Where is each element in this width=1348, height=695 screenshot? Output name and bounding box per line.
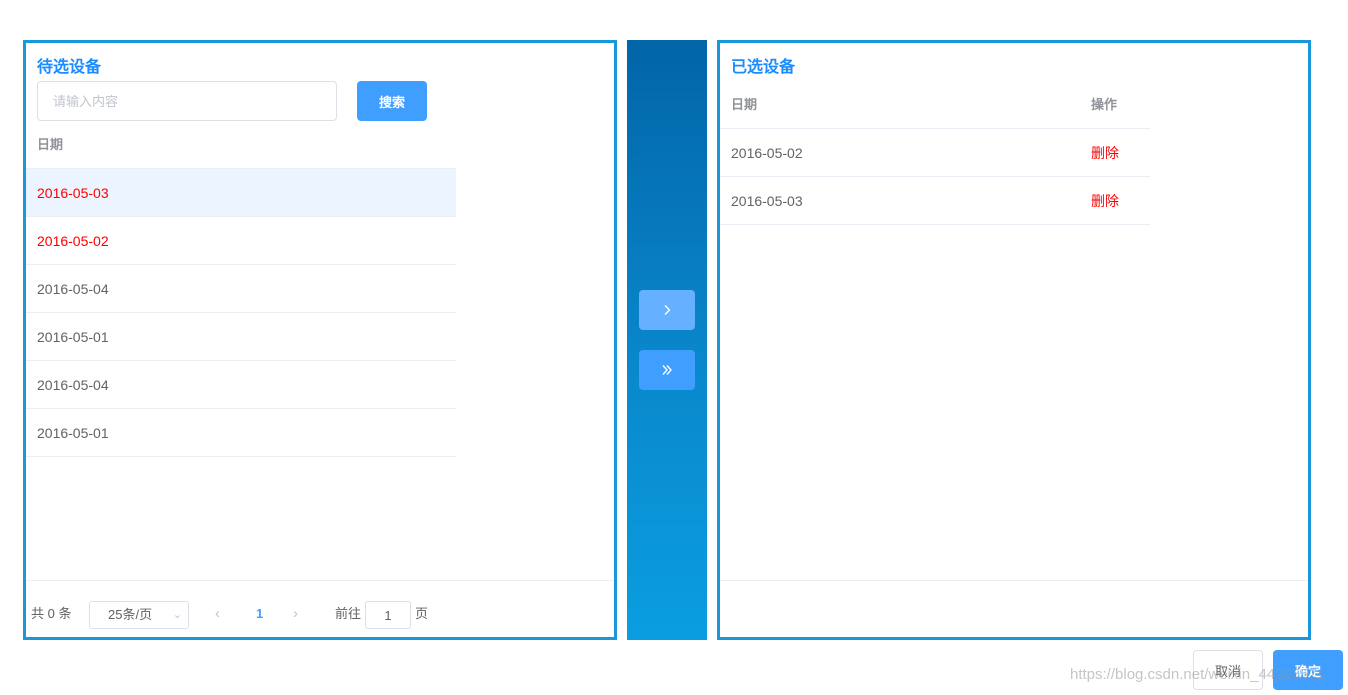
goto-unit-label: 页: [415, 606, 429, 621]
row-date: 2016-05-02: [731, 145, 803, 161]
next-page-button[interactable]: ›: [293, 599, 298, 629]
search-button[interactable]: 搜索: [357, 81, 427, 121]
page-size-value: 25条/页: [108, 607, 153, 622]
row-date: 2016-05-01: [37, 329, 109, 345]
column-header-action: 操作: [1091, 97, 1118, 112]
row-date: 2016-05-04: [37, 377, 109, 393]
table-row[interactable]: 2016-05-02: [26, 217, 456, 265]
panel-footer-divider: [26, 580, 614, 581]
page-number-current[interactable]: 1: [256, 599, 263, 629]
goto-label: 前往: [335, 606, 362, 621]
chevron-right-icon: [664, 305, 671, 315]
selected-devices-table: 日期 操作 2016-05-02 删除 2016-05-03 删除: [720, 81, 1150, 225]
panel-title: 已选设备: [731, 59, 796, 76]
pagination: 共 0 条 25条/页 ⌄ ‹ 1 › 前往 页: [31, 599, 451, 629]
table-row[interactable]: 2016-05-01: [26, 409, 456, 457]
column-header-date: 日期: [37, 137, 64, 152]
delete-button[interactable]: 删除: [1091, 177, 1119, 225]
row-date: 2016-05-03: [37, 185, 109, 201]
table-header: 日期: [26, 121, 456, 169]
delete-button[interactable]: 删除: [1091, 129, 1119, 177]
transfer-bar: [627, 40, 707, 640]
table-row[interactable]: 2016-05-03: [26, 169, 456, 217]
table-row[interactable]: 2016-05-04: [26, 265, 456, 313]
move-all-button[interactable]: [639, 350, 695, 390]
table-header: 日期 操作: [720, 81, 1150, 129]
panel-footer-divider: [720, 580, 1308, 581]
search-input[interactable]: [37, 81, 337, 121]
table-row: 2016-05-02 删除: [720, 129, 1150, 177]
chevron-down-icon: ⌄: [172, 609, 182, 621]
row-date: 2016-05-02: [37, 233, 109, 249]
table-row[interactable]: 2016-05-01: [26, 313, 456, 361]
table-row[interactable]: 2016-05-04: [26, 361, 456, 409]
prev-page-button[interactable]: ‹: [215, 599, 220, 629]
row-date: 2016-05-04: [37, 281, 109, 297]
page-size-select[interactable]: 25条/页 ⌄: [89, 601, 189, 629]
cancel-button[interactable]: 取消: [1193, 650, 1263, 690]
confirm-button[interactable]: 确定: [1273, 650, 1343, 690]
panel-title: 待选设备: [37, 59, 102, 76]
column-header-date: 日期: [731, 97, 758, 112]
goto-page-input[interactable]: [365, 601, 411, 629]
selected-devices-panel: 已选设备 日期 操作 2016-05-02 删除 2016-05-03 删除: [717, 40, 1311, 640]
pagination-total: 共 0 条: [31, 606, 72, 621]
row-date: 2016-05-01: [37, 425, 109, 441]
available-devices-panel: 待选设备 搜索 日期 2016-05-03 2016-05-02 2016-05…: [23, 40, 617, 640]
move-selected-button[interactable]: [639, 290, 695, 330]
table-row: 2016-05-03 删除: [720, 177, 1150, 225]
available-devices-table: 日期 2016-05-03 2016-05-02 2016-05-04 2016…: [26, 121, 456, 457]
row-date: 2016-05-03: [731, 193, 803, 209]
double-chevron-right-icon: [662, 365, 672, 375]
